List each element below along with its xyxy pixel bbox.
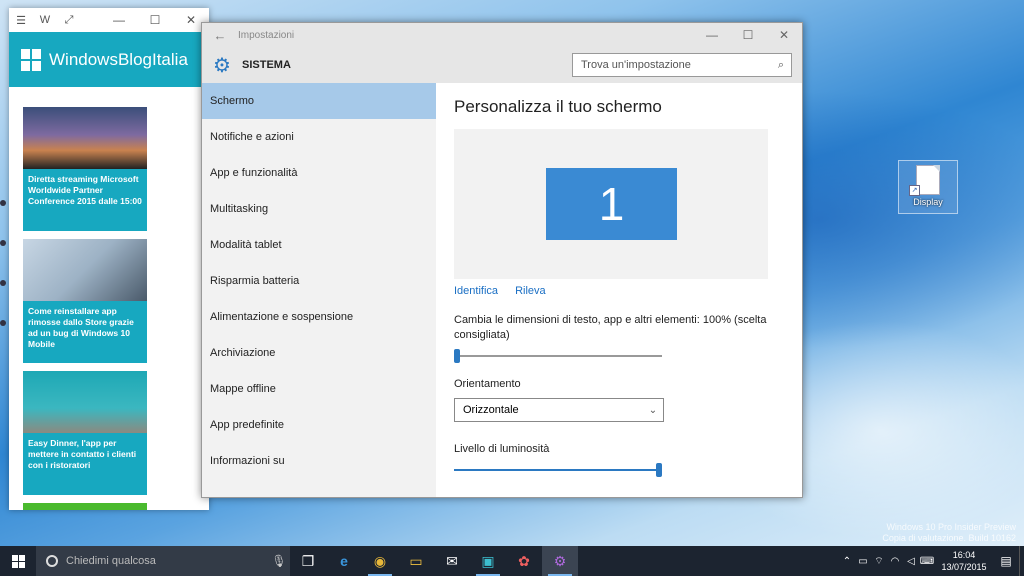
app-icon[interactable]: ✿	[506, 546, 542, 576]
clock-time: 16:04	[952, 550, 976, 560]
article-title: Come reinstallare app rimosse dallo Stor…	[23, 301, 147, 363]
orientation-value: Orizzontale	[463, 404, 519, 416]
brightness-slider[interactable]	[454, 463, 662, 477]
close-button[interactable]: ✕	[766, 28, 802, 42]
article-card[interactable]: Diretta streaming Microsoft Worldwide Pa…	[23, 107, 147, 231]
brightness-label: Livello di luminosità	[454, 443, 550, 455]
minimize-button[interactable]: —	[694, 28, 730, 42]
orientation-dropdown[interactable]: Orizzontale ⌄	[454, 398, 664, 422]
nav-item-multitasking[interactable]: Multitasking	[202, 191, 436, 227]
slider-thumb[interactable]	[656, 463, 662, 477]
orientation-label: Orientamento	[454, 378, 521, 390]
blog-titlebar: ☰ W ⤢ — ☐ ✕	[9, 8, 209, 32]
search-input[interactable]: Trova un'impostazione ⌕	[572, 53, 792, 77]
settings-titlebar: ← Impostazioni — ☐ ✕	[202, 23, 802, 47]
page-title: Personalizza il tuo schermo	[454, 97, 662, 116]
maximize-button[interactable]: ☐	[730, 28, 766, 42]
article-card[interactable]	[23, 503, 147, 510]
nav-item-tablet[interactable]: Modalità tablet	[202, 227, 436, 263]
slider-thumb[interactable]	[454, 349, 460, 363]
wifi-icon[interactable]: ◠	[887, 556, 903, 567]
chrome-icon[interactable]: ◉	[362, 546, 398, 576]
settings-nav: Schermo Notifiche e azioni App e funzion…	[202, 83, 436, 497]
scale-slider[interactable]	[454, 349, 662, 363]
nav-item-notifiche[interactable]: Notifiche e azioni	[202, 119, 436, 155]
blog-app-icon[interactable]: ▣	[470, 546, 506, 576]
chevron-down-icon: ⌄	[648, 404, 658, 416]
clock-date: 13/07/2015	[941, 562, 987, 572]
desktop-icon-label: Display	[913, 197, 943, 207]
nav-item-app[interactable]: App e funzionalità	[202, 155, 436, 191]
settings-header: ⚙ SISTEMA Trova un'impostazione ⌕	[202, 47, 802, 83]
system-tray: ⌃ ▭ ⌔ ◠ ◁ ⌨ 16:04 13/07/2015 ▤	[839, 546, 1024, 576]
scale-label: Cambia le dimensioni di testo, app e alt…	[454, 314, 767, 341]
settings-content: Personalizza il tuo schermo 1 Identifica…	[436, 83, 802, 497]
fullscreen-icon[interactable]: ⤢	[57, 14, 81, 27]
windows-logo-icon	[21, 48, 41, 71]
start-button[interactable]	[0, 546, 36, 576]
article-image	[23, 239, 147, 301]
task-view-icon[interactable]: ❐	[290, 546, 326, 576]
gear-icon: ⚙	[213, 54, 231, 77]
shortcut-arrow-icon: ↗	[909, 185, 920, 196]
detect-link[interactable]: Rileva	[515, 285, 546, 297]
desktop-icon-display[interactable]: ↗ Display	[898, 160, 958, 214]
cortana-icon	[46, 555, 58, 567]
notification-icon[interactable]: ▤	[993, 554, 1019, 568]
nav-item-alimentazione[interactable]: Alimentazione e sospensione	[202, 299, 436, 335]
blog-window: ☰ W ⤢ — ☐ ✕ WindowsBlogItalia Diretta st…	[9, 8, 209, 510]
article-image	[23, 503, 147, 510]
nav-item-batteria[interactable]: Risparmia batteria	[202, 263, 436, 299]
article-card[interactable]: Come reinstallare app rimosse dallo Stor…	[23, 239, 147, 363]
display-preview: 1	[454, 129, 768, 279]
cortana-search-text: Chiedimi qualcosa	[66, 555, 156, 567]
blog-header: WindowsBlogItalia	[9, 32, 209, 87]
nav-item-schermo[interactable]: Schermo	[202, 83, 436, 119]
article-image	[23, 107, 147, 169]
chevron-up-icon[interactable]: ⌃	[839, 556, 855, 567]
edge-icon[interactable]: e	[326, 546, 362, 576]
settings-app-title: Impostazioni	[238, 29, 295, 41]
settings-app-icon[interactable]: ⚙	[542, 546, 578, 576]
battery-icon[interactable]: ▭	[855, 556, 871, 567]
network-icon[interactable]: ⌔	[871, 555, 887, 568]
mail-icon[interactable]: ✉	[434, 546, 470, 576]
blog-title: WindowsBlogItalia	[49, 49, 188, 69]
back-arrow-icon[interactable]: ←	[202, 28, 238, 43]
section-title: SISTEMA	[242, 59, 291, 71]
taskbar: Chiedimi qualcosa 🎙 ❐ e ◉ ▭ ✉ ▣ ✿ ⚙ ⌃ ▭ …	[0, 546, 1024, 576]
article-image	[23, 371, 147, 433]
microphone-icon[interactable]: 🎙	[268, 554, 290, 568]
settings-window: ← Impostazioni — ☐ ✕ ⚙ SISTEMA Trova un'…	[201, 22, 803, 498]
article-card[interactable]: Easy Dinner, l'app per mettere in contat…	[23, 371, 147, 495]
clock[interactable]: 16:04 13/07/2015	[935, 549, 993, 573]
maximize-button[interactable]: ☐	[137, 13, 173, 27]
search-icon[interactable]: ⌕	[771, 59, 791, 72]
identify-link[interactable]: Identifica	[454, 285, 498, 297]
show-desktop-button[interactable]	[1019, 546, 1024, 576]
desktop-edge-icons	[0, 200, 6, 360]
windows-logo-icon	[11, 554, 25, 568]
nav-item-archiviazione[interactable]: Archiviazione	[202, 335, 436, 371]
monitor-tile[interactable]: 1	[546, 168, 677, 240]
watermark: Windows 10 Pro Insider Preview Copia di …	[882, 522, 1016, 543]
cortana-search-box[interactable]: Chiedimi qualcosa 🎙	[36, 546, 290, 576]
search-placeholder: Trova un'impostazione	[581, 59, 691, 71]
nav-item-mappe[interactable]: Mappe offline	[202, 371, 436, 407]
hamburger-icon[interactable]: ☰	[9, 14, 33, 27]
article-title: Diretta streaming Microsoft Worldwide Pa…	[23, 169, 147, 231]
app-w-icon: W	[39, 14, 51, 26]
nav-item-app-predefinite[interactable]: App predefinite	[202, 407, 436, 443]
file-explorer-icon[interactable]: ▭	[398, 546, 434, 576]
volume-icon[interactable]: ◁	[903, 556, 919, 567]
article-title: Easy Dinner, l'app per mettere in contat…	[23, 433, 147, 495]
keyboard-icon[interactable]: ⌨	[919, 556, 935, 567]
minimize-button[interactable]: —	[101, 13, 137, 27]
nav-item-informazioni[interactable]: Informazioni su	[202, 443, 436, 479]
